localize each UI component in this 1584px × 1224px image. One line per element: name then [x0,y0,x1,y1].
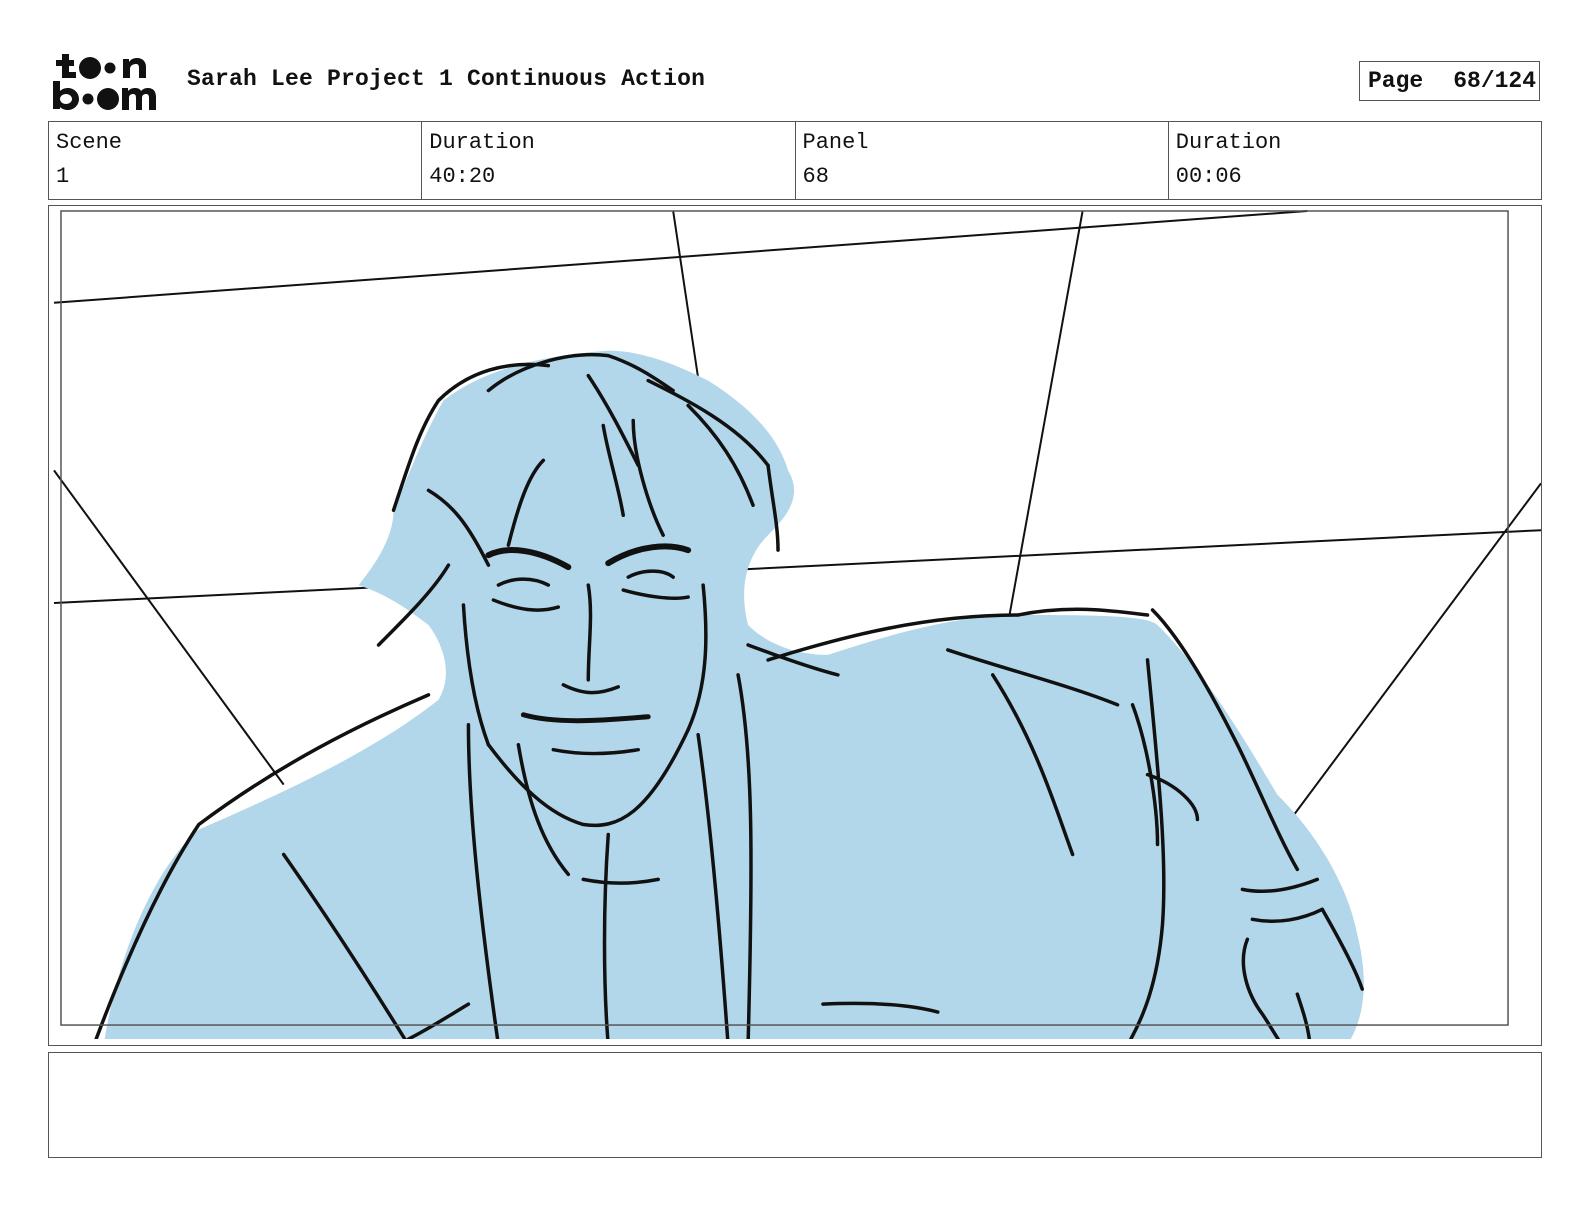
toon-boom-logo [53,54,156,110]
panel-value: 68 [802,164,829,189]
scene-cell: Scene 1 [49,122,423,199]
panel-drawing [53,209,1541,1040]
character-fill [104,350,1364,1040]
page-indicator: Page 68/124 [1359,61,1540,101]
scene-duration-cell: Duration 40:20 [422,122,796,199]
scene-duration-value: 40:20 [429,164,496,189]
project-title: Sarah Lee Project 1 Continuous Action [187,66,706,92]
storyboard-panel [48,205,1542,1046]
scene-duration-label: Duration [429,130,535,155]
panel-duration-value: 00:06 [1175,164,1242,189]
panel-info-table: Scene 1 Duration 40:20 Panel 68 Duration… [48,121,1542,200]
scene-value: 1 [56,164,70,189]
panel-cell: Panel 68 [796,122,1169,199]
page-number: 68/124 [1453,68,1537,94]
panel-duration-label: Duration [1175,130,1282,155]
scene-label: Scene [56,130,123,155]
panel-duration-cell: Duration 00:06 [1169,122,1541,199]
panel-label: Panel [802,130,869,155]
panel-notes-box [48,1052,1542,1158]
page-label: Page [1368,68,1424,94]
